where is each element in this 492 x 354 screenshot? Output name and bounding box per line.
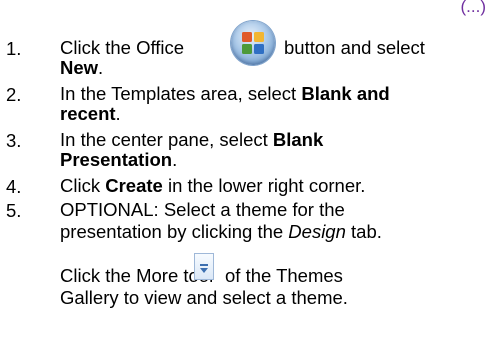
step-text: tab. (345, 221, 382, 242)
step-text: In the Templates area, select (60, 83, 302, 104)
step-bold-text: recent (60, 103, 116, 124)
followup-line-1: Click the More tool (60, 266, 213, 286)
step-text: in the lower right corner. (162, 175, 366, 196)
step-3-line-2: Presentation. (60, 150, 177, 170)
step-text: . (115, 103, 121, 124)
step-5-line-1: OPTIONAL: Select a theme for the (60, 200, 345, 220)
step-2-line-1: In the Templates area, select Blank and (60, 84, 390, 104)
step-text: . (172, 149, 178, 170)
step-bold-text: New (60, 57, 99, 78)
step-text: OPTIONAL: Select a theme for the (60, 199, 345, 220)
step-text: Click the Office (60, 37, 185, 58)
step-number: 1. (6, 38, 22, 59)
step-text: presentation by clicking the (60, 221, 289, 242)
top-right-text-fragment: (...) (460, 0, 487, 16)
step-text: Click (60, 175, 106, 196)
step-number: 3. (6, 130, 22, 151)
step-italic-text: Design (288, 221, 346, 242)
step-bold-text: Presentation (60, 149, 173, 170)
more-tool-bar (200, 264, 208, 266)
step-text: button and select (284, 37, 425, 58)
step-3-line-1: In the center pane, select Blank (60, 130, 323, 150)
office-button-icon (231, 21, 275, 65)
step-1-line-1-post: button and select (284, 38, 425, 58)
followup-line-2: Gallery to view and select a theme. (60, 288, 348, 308)
step-1-line-1: Click the Office (60, 38, 184, 58)
step-number: 4. (6, 176, 22, 197)
followup-text: Gallery to view and select a theme. (60, 287, 348, 308)
step-2-line-2: recent. (60, 104, 121, 124)
step-bold-text: Blank and (301, 83, 390, 104)
step-1-line-2: New. (60, 58, 103, 78)
step-4-line-1: Click Create in the lower right corner. (60, 176, 365, 196)
followup-line-1-post: of the Themes (225, 266, 343, 286)
more-tool-arrow (200, 268, 208, 273)
step-bold-text: Create (105, 175, 163, 196)
more-tool-icon (194, 253, 214, 280)
followup-text: of the Themes (225, 265, 343, 286)
step-text: . (98, 57, 104, 78)
step-number: 2. (6, 84, 22, 105)
step-number: 5. (6, 200, 22, 221)
step-text: In the center pane, select (60, 129, 273, 150)
step-bold-text: Blank (272, 129, 324, 150)
step-5-line-2: presentation by clicking the Design tab. (60, 222, 382, 242)
followup-text: Click the More tool (60, 265, 214, 286)
